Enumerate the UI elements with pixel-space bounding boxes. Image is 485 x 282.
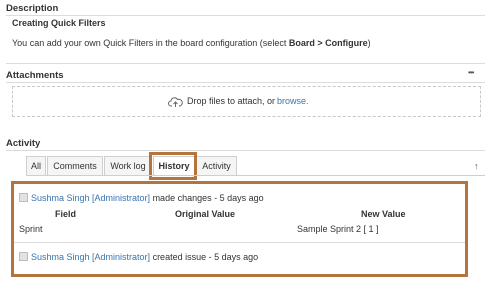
- tab-comments[interactable]: Comments: [47, 156, 103, 175]
- description-text-prefix: You can add your own Quick Filters in th…: [12, 38, 289, 48]
- column-header-field: Field: [55, 209, 77, 219]
- history-entry-1-action: made changes - 5 days ago: [150, 193, 264, 203]
- description-title: Creating Quick Filters: [12, 18, 106, 28]
- attachments-top-divider: [6, 63, 485, 64]
- history-entry-1-header: Sushma Singh [Administrator] made change…: [31, 193, 264, 203]
- column-header-new-value: New Value: [361, 209, 406, 219]
- description-text-bold: Board > Configure: [288, 38, 368, 48]
- drop-files-text: Drop files to attach, or: [187, 96, 276, 106]
- more-options-icon[interactable]: •••: [468, 68, 474, 77]
- user-link[interactable]: Sushma Singh [Administrator]: [31, 193, 150, 203]
- history-entry-2-header: Sushma Singh [Administrator] created iss…: [31, 252, 258, 262]
- activity-divider: [6, 150, 485, 151]
- description-text-suffix: ): [367, 38, 371, 48]
- tab-all[interactable]: All: [26, 156, 46, 175]
- user-link[interactable]: Sushma Singh [Administrator]: [31, 252, 150, 262]
- history-field-value: Sprint: [19, 224, 43, 234]
- history-new-value: Sample Sprint 2 [ 1 ]: [297, 224, 379, 234]
- cloud-upload-icon: [168, 95, 183, 107]
- tab-activity[interactable]: Activity: [196, 156, 237, 175]
- tabs-baseline: [26, 175, 485, 176]
- attachments-divider: [6, 82, 485, 83]
- column-header-original-value: Original Value: [175, 209, 236, 219]
- tab-work-log[interactable]: Work log: [104, 156, 152, 175]
- description-text: You can add your own Quick Filters in th…: [12, 38, 371, 48]
- activity-heading: Activity: [6, 138, 41, 149]
- description-heading: Description: [6, 3, 59, 14]
- attachments-heading: Attachments: [6, 70, 64, 81]
- description-divider: [6, 15, 485, 16]
- history-entry-2-action: created issue - 5 days ago: [150, 252, 259, 262]
- avatar: [19, 193, 28, 202]
- scroll-top-icon[interactable]: ↑: [474, 161, 479, 171]
- dropzone-content: Drop files to attach, or browse.: [168, 95, 309, 107]
- history-entry-divider: [14, 242, 465, 243]
- browse-link[interactable]: browse.: [277, 96, 309, 106]
- avatar: [19, 252, 28, 261]
- attachment-dropzone[interactable]: Drop files to attach, or browse.: [12, 86, 481, 117]
